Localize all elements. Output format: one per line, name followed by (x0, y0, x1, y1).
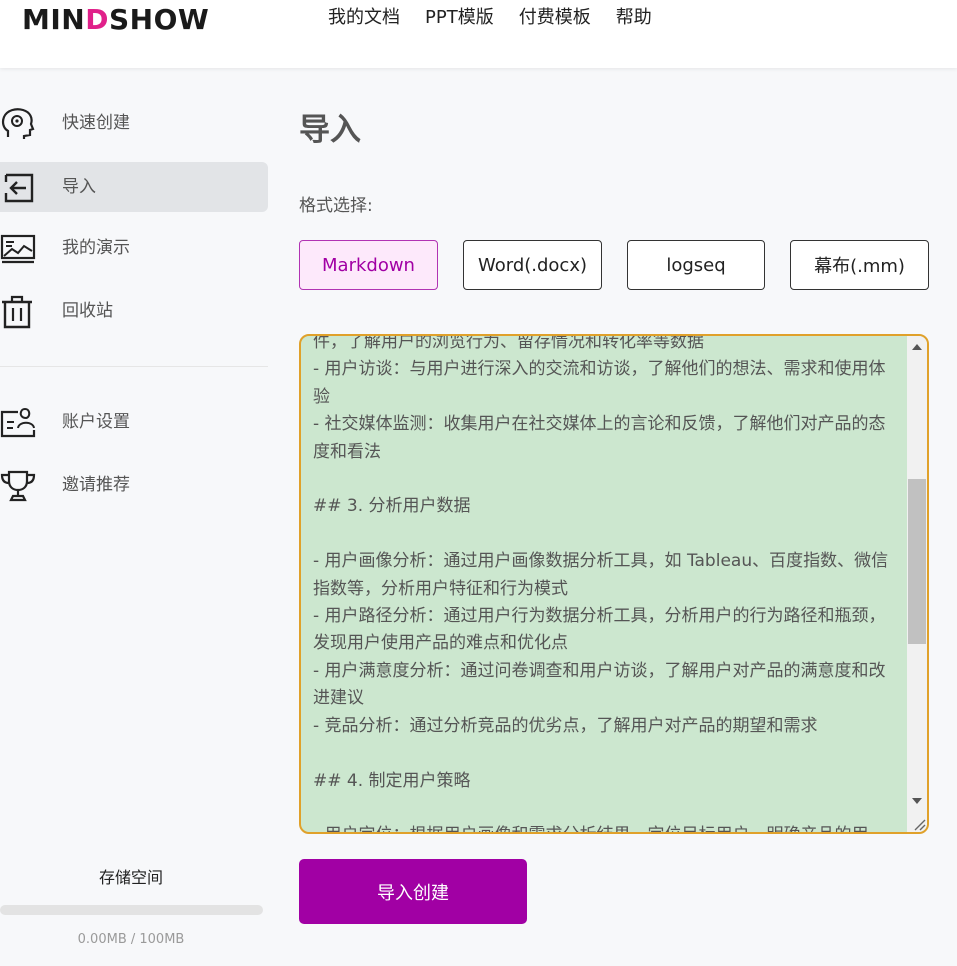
trophy-icon (0, 470, 36, 502)
page-title: 导入 (299, 112, 361, 148)
storage-progress-bar (0, 905, 263, 915)
sidebar-item-my-presentations[interactable]: 我的演示 (0, 223, 268, 273)
sidebar-item-account-settings[interactable]: 账户设置 (0, 397, 268, 447)
textarea-content: 件，了解用户的浏览行为、留存情况和转化率等数据 - 用户访谈：与用户进行深入的交… (313, 334, 889, 832)
sidebar-item-label: 账户设置 (62, 412, 130, 432)
import-create-button[interactable]: 导入创建 (299, 859, 527, 924)
format-word-button[interactable]: Word(.docx) (463, 240, 602, 290)
format-mubu-button[interactable]: 幕布(.mm) (790, 240, 929, 290)
markdown-textarea[interactable]: 件，了解用户的浏览行为、留存情况和转化率等数据 - 用户访谈：与用户进行深入的交… (299, 334, 929, 834)
presentation-chart-icon (0, 234, 36, 264)
storage-title: 存储空间 (98, 868, 163, 887)
scrollbar-thumb[interactable] (908, 479, 926, 644)
format-markdown-button[interactable]: Markdown (299, 240, 438, 290)
brain-head-icon (1, 108, 35, 139)
scroll-up-arrow-icon[interactable] (912, 344, 922, 350)
logo-text-c: SHOW (108, 3, 210, 36)
sidebar-item-label: 我的演示 (62, 238, 130, 258)
storage-usage-text: 0.00MB / 100MB (77, 932, 185, 947)
sidebar-item-label: 回收站 (62, 301, 113, 321)
vertical-scrollbar[interactable] (907, 336, 927, 832)
logo[interactable]: MINDSHOW (22, 4, 209, 36)
nav-my-documents[interactable]: 我的文档 (328, 6, 400, 30)
format-logseq-button[interactable]: logseq (627, 240, 765, 290)
sidebar-item-label: 导入 (62, 177, 96, 197)
scroll-down-arrow-icon[interactable] (912, 798, 922, 804)
sidebar-item-label: 快速创建 (62, 113, 130, 133)
logo-text-b: D (85, 3, 109, 36)
sidebar-item-quick-create[interactable]: 快速创建 (0, 98, 268, 148)
trash-icon (2, 295, 32, 329)
import-arrow-icon (4, 173, 34, 203)
sidebar: 快速创建 导入 我的演示 回收站 账户设置 邀请推荐 存储空间 0.00MB /… (0, 68, 280, 966)
nav-ppt-templates[interactable]: PPT模版 (425, 6, 494, 30)
sidebar-item-invite[interactable]: 邀请推荐 (0, 460, 268, 510)
top-header: MINDSHOW 我的文档 PPT模版 付费模板 帮助 (0, 0, 957, 68)
sidebar-item-recycle-bin[interactable]: 回收站 (0, 286, 268, 336)
sidebar-item-import[interactable]: 导入 (0, 162, 268, 212)
account-settings-icon (0, 408, 36, 438)
sidebar-item-label: 邀请推荐 (62, 475, 130, 495)
top-nav: 我的文档 PPT模版 付费模板 帮助 (328, 6, 652, 30)
nav-help[interactable]: 帮助 (616, 6, 652, 30)
nav-paid-templates[interactable]: 付费模板 (519, 6, 591, 30)
sidebar-divider (0, 366, 268, 367)
logo-text-a: MIN (22, 3, 86, 36)
format-label: 格式选择: (299, 196, 373, 216)
resize-handle-icon[interactable] (907, 814, 927, 832)
